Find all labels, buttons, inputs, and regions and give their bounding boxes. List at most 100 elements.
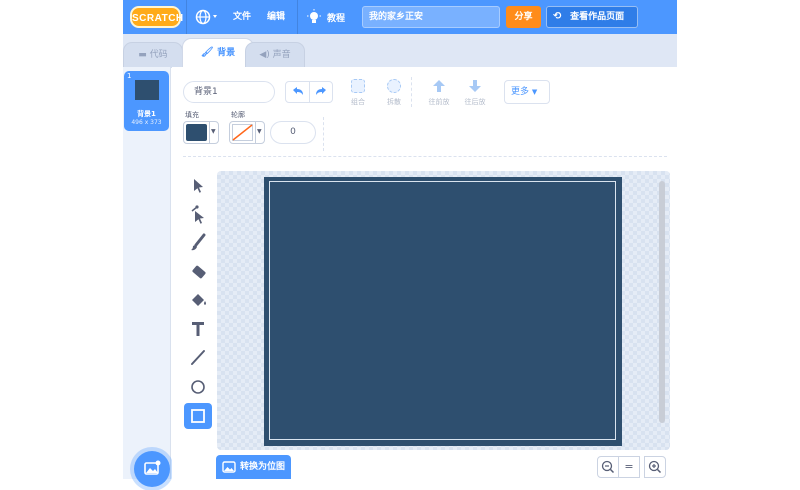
group-label: 组合 (351, 98, 365, 106)
group-icon (351, 79, 365, 93)
swatch-divider (255, 122, 256, 143)
backdrop-thumbnail[interactable]: 1 背景1 496 x 373 (124, 71, 169, 131)
undo-button[interactable] (286, 82, 310, 102)
arrow-pointer-icon (194, 179, 203, 193)
toolbar-divider (411, 77, 412, 107)
see-project-page-button[interactable]: ⟲ 查看作品页面 (546, 6, 638, 28)
text-tool[interactable] (184, 316, 212, 342)
caret-down-icon: ▼ (211, 128, 216, 135)
toolbar-divider (323, 117, 324, 151)
menu-bar: SCRATCH 文件 编辑 教程 我的家乡正安 分享 ⟲ 查看作品页面 (123, 0, 677, 34)
outline-label: 轮廓 (231, 111, 245, 119)
arrow-down-icon (469, 80, 481, 92)
backward-label: 往后放 (464, 98, 486, 106)
see-project-label: 查看作品页面 (570, 12, 625, 22)
zoom-in-icon (648, 460, 662, 474)
ungroup-button[interactable]: 拆散 (379, 79, 409, 109)
outline-color-picker[interactable]: ▼ (229, 121, 265, 144)
caret-down-icon: ▼ (531, 88, 538, 96)
menu-divider (186, 0, 187, 34)
backdrop-name: 背景1 (137, 110, 156, 118)
circle-tool[interactable] (184, 374, 212, 400)
caret-down-icon: ▼ (257, 128, 262, 135)
file-menu[interactable]: 文件 (233, 0, 251, 34)
eraser-tool[interactable] (184, 259, 212, 285)
forward-button[interactable]: 往前放 (424, 79, 454, 109)
backdrop-list: 1 背景1 496 x 373 (123, 67, 171, 487)
fill-label: 填充 (185, 111, 199, 119)
circle-icon (191, 380, 205, 394)
arrow-up-icon (433, 80, 445, 92)
backdrop-border (269, 181, 616, 440)
tab-code-label: 代码 (149, 50, 168, 60)
language-menu[interactable] (195, 9, 221, 25)
convert-to-bitmap-button[interactable]: 转换为位图 (216, 455, 291, 479)
backdrop-preview (135, 80, 159, 100)
eraser-icon (192, 265, 206, 279)
costume-name-input[interactable]: 背景1 (183, 81, 275, 103)
scratch-logo[interactable]: SCRATCH (130, 6, 183, 28)
undo-redo-group (285, 81, 333, 103)
tab-backdrops[interactable]: 🖌 背景 (182, 38, 254, 68)
zoom-out-icon (601, 460, 615, 474)
text-t-icon (192, 322, 204, 336)
select-tool[interactable] (184, 173, 212, 199)
backdrop-size: 496 x 373 (131, 119, 162, 126)
image-add-icon (144, 460, 161, 475)
rectangle-tool[interactable] (184, 403, 212, 429)
fill-swatch (186, 124, 207, 141)
reshape-icon (191, 205, 204, 224)
vertical-scrollbar[interactable] (659, 181, 665, 423)
tab-code[interactable]: ▬ 代码 (123, 42, 183, 68)
globe-icon (195, 9, 217, 25)
zoom-reset-button[interactable]: = (618, 456, 640, 478)
paint-bucket-icon (192, 294, 206, 306)
see-project-icon: ⟲ (553, 11, 562, 22)
choose-backdrop-button[interactable] (134, 451, 170, 487)
redo-icon (316, 87, 326, 95)
no-color-icon (232, 124, 253, 141)
zoom-in-button[interactable] (644, 456, 666, 478)
fill-tool[interactable] (184, 287, 212, 313)
stroke-width-input[interactable]: 0 (270, 121, 316, 144)
editor-tabs: ▬ 代码 🖌 背景 ◀) 声音 (123, 34, 677, 68)
backward-button[interactable]: 往后放 (460, 79, 490, 109)
ungroup-label: 拆散 (387, 98, 401, 106)
rectangle-icon (191, 409, 205, 423)
more-button[interactable]: 更多 ▼ (504, 80, 550, 104)
backdrop-index: 1 (127, 72, 132, 80)
image-icon (222, 461, 236, 473)
tab-sounds-label: 声音 (272, 50, 291, 60)
redo-button[interactable] (310, 82, 333, 102)
code-icon: ▬ (138, 50, 150, 60)
paint-canvas[interactable] (217, 171, 670, 450)
tab-sounds[interactable]: ◀) 声音 (245, 42, 305, 68)
menu-divider (297, 0, 298, 34)
convert-label: 转换为位图 (240, 462, 286, 472)
zoom-out-button[interactable] (597, 456, 619, 478)
reshape-tool[interactable] (184, 202, 212, 228)
line-tool[interactable] (184, 345, 212, 371)
more-label: 更多 (511, 87, 530, 97)
brush-icon (191, 233, 206, 251)
forward-label: 往前放 (428, 98, 450, 106)
brush-icon: 🖌 (200, 47, 218, 58)
backdrop-rectangle[interactable] (264, 177, 622, 446)
edit-menu[interactable]: 编辑 (267, 0, 285, 34)
share-button[interactable]: 分享 (506, 6, 541, 28)
brush-tool[interactable] (184, 230, 212, 256)
speaker-icon: ◀) (259, 50, 273, 60)
fill-color-picker[interactable]: ▼ (183, 121, 219, 144)
toolbar-divider (183, 156, 667, 157)
swatch-divider (209, 122, 210, 143)
project-title-input[interactable]: 我的家乡正安 (362, 6, 500, 28)
group-button[interactable]: 组合 (343, 79, 373, 109)
line-icon (191, 350, 205, 365)
tutorials-label: 教程 (327, 14, 346, 24)
blank-area (677, 0, 800, 479)
lightbulb-icon (307, 9, 321, 23)
tutorials-button[interactable]: 教程 (306, 9, 356, 25)
paint-editor: 背景1 组合 拆散 往前放 往后放 更多 ▼ 填充 ▼ 轮廓 ▼ 0 转换为位图… (172, 67, 677, 479)
tab-backdrops-label: 背景 (217, 48, 236, 58)
ungroup-icon (387, 79, 401, 93)
